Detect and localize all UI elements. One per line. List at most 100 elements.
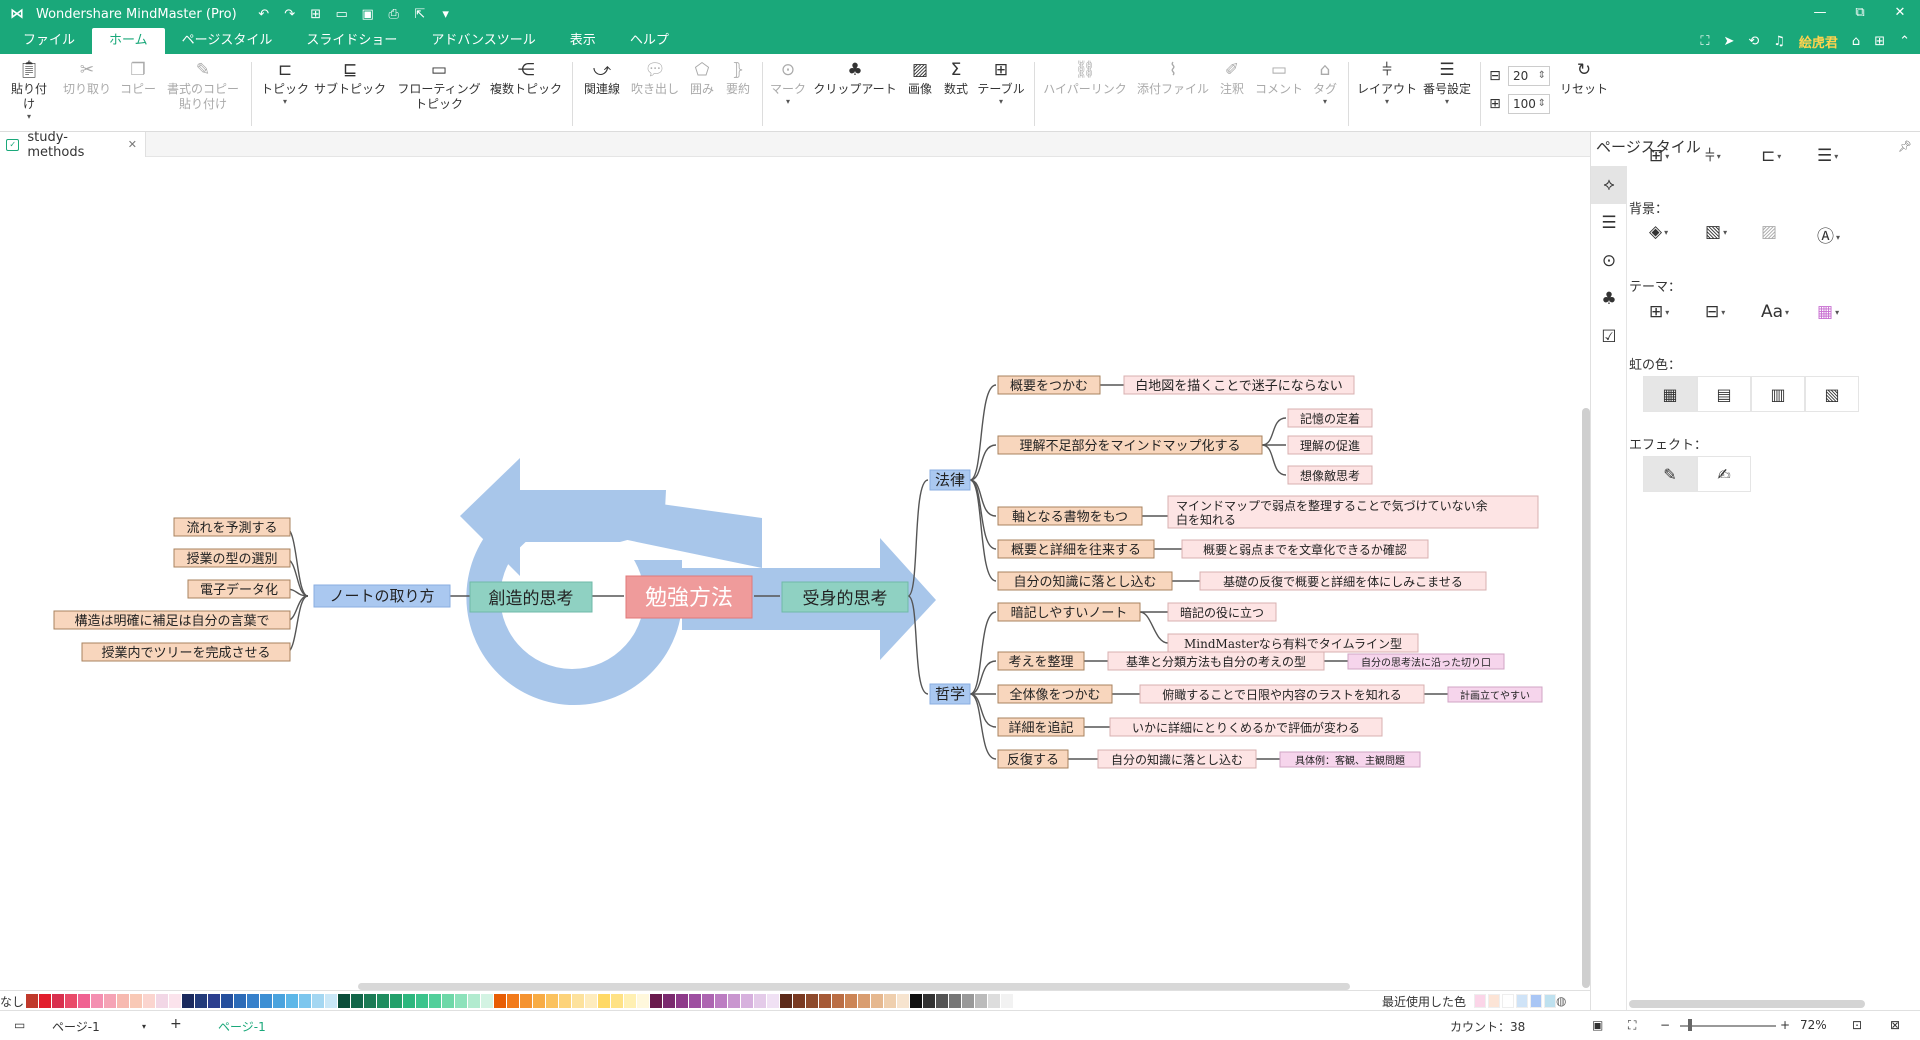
recent-color-swatch[interactable] [1516, 994, 1528, 1008]
color-swatch[interactable] [637, 994, 649, 1008]
color-swatch[interactable] [169, 994, 181, 1008]
color-swatch[interactable] [884, 994, 896, 1008]
color-swatch[interactable] [221, 994, 233, 1008]
fullscreen-icon[interactable]: ⛶ [1700, 34, 1709, 49]
user-name[interactable]: 絵虎君 [1799, 32, 1838, 51]
outline-tab-icon[interactable]: ☰ [1591, 204, 1627, 242]
topic-button[interactable]: ⊏ トピック ▾ [258, 60, 312, 107]
attachment-button[interactable]: ⌇ 添付ファイル [1134, 60, 1212, 97]
menu-file[interactable]: ファイル [6, 28, 92, 54]
summary-button[interactable]: ⦄ 要約 [722, 60, 754, 97]
color-swatch[interactable] [247, 994, 259, 1008]
color-swatch[interactable] [234, 994, 246, 1008]
color-swatch[interactable] [910, 994, 922, 1008]
color-swatch[interactable] [182, 994, 194, 1008]
mindmap-canvas[interactable]: 勉強方法 創造的思考 受身的思考 ノートの取り方 流れを予測する 授業の型の選別… [0, 158, 1590, 988]
fill-color-button[interactable]: ◈ ▾ [1649, 222, 1668, 242]
redo-icon[interactable]: ↷ [281, 7, 299, 22]
color-swatch[interactable] [819, 994, 831, 1008]
save-icon[interactable]: ▣ [359, 7, 377, 22]
apps-icon[interactable]: ⊞ [1874, 34, 1885, 49]
color-swatch[interactable] [715, 994, 727, 1008]
color-swatch[interactable] [312, 994, 324, 1008]
zoom-out-icon[interactable]: − [1660, 1018, 1670, 1032]
subtopic-button[interactable]: ⊑ サブトピック [314, 60, 386, 97]
color-swatch[interactable] [832, 994, 844, 1008]
color-swatch[interactable] [130, 994, 142, 1008]
new-icon[interactable]: ⊞ [307, 7, 325, 22]
color-strip-scrollbar[interactable] [358, 983, 1350, 990]
color-swatch[interactable] [286, 994, 298, 1008]
color-swatch[interactable] [949, 994, 961, 1008]
color-swatch[interactable] [156, 994, 168, 1008]
send-icon[interactable]: ➤ [1723, 34, 1734, 49]
menu-help[interactable]: ヘルプ [613, 28, 686, 54]
color-swatch[interactable] [299, 994, 311, 1008]
color-swatch[interactable] [533, 994, 545, 1008]
recent-color-swatch[interactable] [1488, 994, 1500, 1008]
color-swatch[interactable] [429, 994, 441, 1008]
color-swatch[interactable] [65, 994, 77, 1008]
mark-button[interactable]: ⊙ マーク ▾ [768, 60, 808, 107]
multi-topic-button[interactable]: ⋲ 複数トピック [488, 60, 564, 97]
zoom-slider[interactable] [1680, 1025, 1776, 1027]
clipart-button[interactable]: ♣ クリップアート [812, 60, 898, 97]
theme-color-button[interactable]: ⊟ ▾ [1705, 302, 1725, 322]
pin-icon[interactable]: 📌︎ [1898, 140, 1912, 153]
effect-sketch-icon[interactable]: ✍ [1697, 456, 1751, 492]
panel-horizontal-scrollbar[interactable] [1629, 1000, 1865, 1008]
color-swatch[interactable] [962, 994, 974, 1008]
color-swatch[interactable] [754, 994, 766, 1008]
color-swatch[interactable] [611, 994, 623, 1008]
color-swatch[interactable] [377, 994, 389, 1008]
color-swatch[interactable] [416, 994, 428, 1008]
color-swatch[interactable] [260, 994, 272, 1008]
share-icon[interactable]: ⟲ [1748, 34, 1759, 49]
fit-page-icon[interactable]: ⛶ [1628, 1018, 1636, 1033]
color-swatch[interactable] [403, 994, 415, 1008]
color-swatch[interactable] [650, 994, 662, 1008]
color-swatch[interactable] [351, 994, 363, 1008]
color-swatch[interactable] [793, 994, 805, 1008]
color-swatch[interactable] [338, 994, 350, 1008]
color-swatch[interactable] [143, 994, 155, 1008]
undo-icon[interactable]: ↶ [255, 7, 273, 22]
formula-button[interactable]: Σ 数式 [940, 60, 972, 97]
color-swatch[interactable] [663, 994, 675, 1008]
color-swatch[interactable] [507, 994, 519, 1008]
color-swatch[interactable] [858, 994, 870, 1008]
doc-tab-study-methods[interactable]: ✓ study-methods ✕ [0, 130, 146, 160]
color-swatch[interactable] [325, 994, 337, 1008]
layout-button[interactable]: ⫩ レイアウト ▾ [1354, 60, 1420, 107]
color-swatch[interactable] [195, 994, 207, 1008]
page-list-icon[interactable]: ▭ [14, 1018, 25, 1032]
color-swatch[interactable] [728, 994, 740, 1008]
rainbow-option-4[interactable]: ▧ [1805, 376, 1859, 412]
callout-button[interactable]: 💬︎ 吹き出し [628, 60, 682, 97]
print-icon[interactable]: ⎙ [385, 7, 403, 22]
color-swatch[interactable] [897, 994, 909, 1008]
task-tab-icon[interactable]: ☑ [1591, 318, 1627, 356]
menu-view[interactable]: 表示 [553, 28, 613, 54]
customize-qa-icon[interactable]: ▾ [437, 7, 455, 22]
rainbow-option-1[interactable]: ▦ [1643, 376, 1697, 412]
color-swatch[interactable] [104, 994, 116, 1008]
color-swatch[interactable] [702, 994, 714, 1008]
color-swatch[interactable] [741, 994, 753, 1008]
rainbow-option-3[interactable]: ▥ [1751, 376, 1805, 412]
skin-icon[interactable]: ⌂ [1852, 34, 1860, 49]
menu-slideshow[interactable]: スライドショー [289, 28, 414, 54]
hyperlink-button[interactable]: ⛓ ハイパーリンク [1040, 60, 1130, 97]
chevron-down-icon[interactable]: ▾ [142, 1022, 146, 1031]
menu-advanced-tools[interactable]: アドバンスツール [414, 28, 552, 54]
zoom-level[interactable]: 72% [1800, 1018, 1827, 1032]
color-swatch[interactable] [975, 994, 987, 1008]
zoom-in-icon[interactable]: + [1780, 1018, 1790, 1032]
relation-button[interactable]: ⤻ 関連線 [580, 60, 624, 97]
color-swatch[interactable] [273, 994, 285, 1008]
org-structure-button[interactable]: ⫩ ▾ [1705, 146, 1721, 166]
color-swatch[interactable] [767, 994, 779, 1008]
color-scheme-button[interactable]: ▦ ▾ [1817, 302, 1839, 322]
add-page-icon[interactable]: + [170, 1016, 182, 1032]
color-swatch[interactable] [481, 994, 493, 1008]
